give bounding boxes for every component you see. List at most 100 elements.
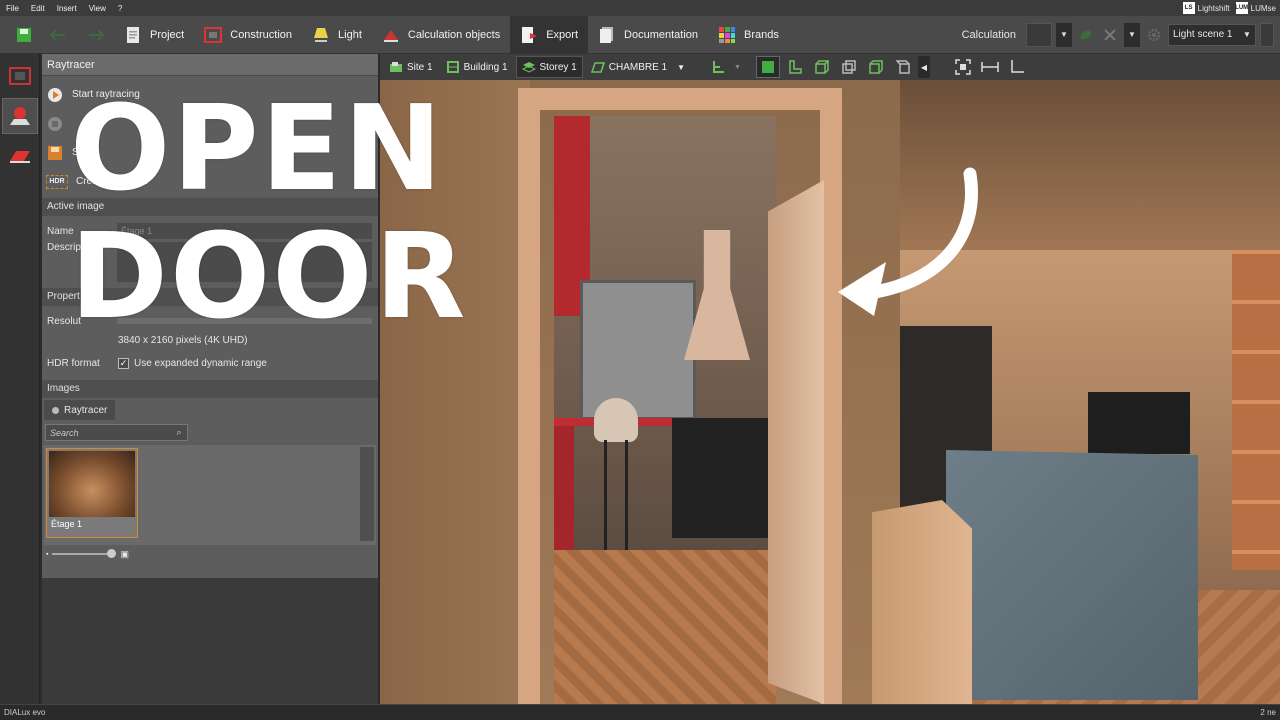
left-tool-strip (0, 54, 40, 704)
documentation-icon (600, 26, 614, 43)
lightshift-label: Lightshift (1197, 3, 1230, 13)
slider-knob[interactable] (107, 549, 117, 558)
tab-label: Export (546, 28, 579, 41)
lumsearch-link[interactable]: LUM LUMse (1235, 2, 1276, 14)
overlay-line-1: OPEN (70, 79, 445, 217)
view-back-icon[interactable] (837, 56, 861, 78)
measure-distance-icon[interactable] (978, 56, 1002, 78)
crumb-room[interactable]: CHAMBRE 1 ▼ (586, 56, 690, 78)
tab-calculation-objects[interactable]: Calculation objects (372, 16, 510, 54)
view-left-icon[interactable] (783, 56, 807, 78)
tab-project[interactable]: Project (114, 16, 194, 54)
thumbnail-zoom-slider[interactable] (52, 549, 117, 558)
cancel-calculation-icon[interactable] (1100, 25, 1120, 45)
settings-gear-icon[interactable] (1144, 25, 1164, 45)
image-search-input[interactable]: Search ⌕ (45, 424, 188, 441)
status-right-text: 2 ne (1260, 708, 1276, 717)
tab-raytracer-images[interactable]: Raytracer (44, 400, 116, 420)
light-scene-extra-button[interactable] (1260, 22, 1274, 47)
calculation-objects-icon (383, 29, 398, 42)
stop-icon (46, 115, 64, 133)
tab-light[interactable]: Light (302, 16, 372, 54)
search-placeholder: Search (50, 427, 79, 438)
image-gallery: Étage 1 (44, 445, 376, 545)
tab-documentation[interactable]: Documentation (588, 16, 708, 54)
menu-right-badges: LS Lightshift LUM LUMse (1182, 2, 1280, 14)
zoom-large-icon[interactable]: ▣ (120, 549, 129, 560)
images-tab-label: Raytracer (64, 404, 108, 416)
calculate-button[interactable] (1026, 22, 1052, 47)
zoom-extents-icon[interactable] (951, 56, 975, 78)
view-iso-icon[interactable] (864, 56, 888, 78)
panel-title: Raytracer (42, 54, 378, 76)
zoom-small-icon[interactable]: ▪ (46, 551, 48, 558)
leaf-icon[interactable] (1076, 25, 1096, 45)
viewport-mode-button[interactable] (2, 58, 38, 94)
view-solid-icon[interactable] (755, 56, 780, 78)
menu-help[interactable]: ? (112, 4, 128, 13)
crumb-building[interactable]: Building 1 (441, 56, 513, 78)
menu-view[interactable]: View (83, 4, 112, 13)
open-door-leaf[interactable] (768, 180, 824, 704)
view-iso2-icon[interactable] (891, 56, 915, 78)
brands-icon (719, 26, 736, 43)
export-icon (522, 26, 538, 43)
crumb-storey[interactable]: Storey 1 (515, 56, 583, 78)
undo-icon[interactable] (48, 25, 68, 45)
chevron-down-icon: ▼ (677, 62, 686, 72)
menu-file[interactable]: File (0, 4, 25, 13)
television (1088, 392, 1190, 454)
calculate-dropdown[interactable]: ▼ (1056, 22, 1072, 47)
save-icon[interactable] (14, 25, 34, 45)
crumb-site[interactable]: Site 1 (384, 56, 438, 78)
tab-label: Calculation objects (407, 28, 501, 41)
radio-dot-icon (52, 406, 59, 414)
bed-headboard (946, 450, 1198, 700)
floor-plan-tool-icon[interactable] (707, 56, 731, 78)
collapse-toolbar-icon[interactable]: ◀ (917, 56, 930, 78)
print-mode-button[interactable] (2, 138, 38, 174)
redo-icon[interactable] (86, 25, 106, 45)
crumb-label: Building 1 (463, 61, 508, 73)
tab-brands[interactable]: Brands (708, 16, 789, 54)
hdr-checkbox-label[interactable]: Use expanded dynamic range (134, 358, 267, 369)
frame-icon (9, 67, 31, 85)
crumb-label: Storey 1 (539, 61, 577, 73)
measure-axis-icon[interactable] (1005, 56, 1029, 78)
wooden-bench (872, 500, 972, 704)
title-overlay: OPEN DOOR (70, 84, 467, 340)
building-icon (446, 61, 459, 73)
lightshift-link[interactable]: LS Lightshift (1182, 2, 1230, 14)
search-icon[interactable]: ⌕ (171, 427, 187, 438)
tab-label: Construction (230, 28, 293, 41)
raytracer-mode-button[interactable] (2, 98, 38, 134)
hdr-format-row: HDR format ✓ Use expanded dynamic range (42, 350, 378, 376)
view-front-icon[interactable] (810, 56, 834, 78)
lumsearch-label: LUMse (1250, 3, 1276, 13)
light-scene-select[interactable]: Light scene 1 ▼ (1168, 23, 1256, 46)
panel-empty-area (42, 578, 378, 704)
overlay-line-2: DOOR (70, 207, 468, 345)
thumbnail-zoom-row: ▪ ▣ (42, 545, 378, 563)
menu-edit[interactable]: Edit (25, 4, 51, 13)
tab-label: Project (150, 28, 185, 41)
menu-bar: File Edit Insert View ? LS Lightshift LU… (0, 0, 1280, 16)
gallery-scrollbar[interactable] (360, 447, 374, 541)
lightshift-icon: LS (1182, 2, 1195, 14)
tab-export[interactable]: Export (510, 15, 589, 54)
image-thumbnail[interactable]: Étage 1 (46, 448, 138, 538)
thumbnail-caption: Étage 1 (51, 519, 83, 529)
tab-label: Light (338, 28, 362, 41)
3d-viewport[interactable]: Site 1 Building 1 Storey 1 CHAMBRE 1 ▼ ▼… (380, 54, 1280, 704)
app-name: DIALux evo (4, 708, 46, 717)
floppy-icon (46, 144, 64, 162)
calculation-group: Calculation ▼ ▼ Light scene 1 ▼ (956, 16, 1280, 54)
menu-insert[interactable]: Insert (51, 4, 83, 13)
tab-construction[interactable]: Construction (194, 16, 302, 54)
chevron-down-icon[interactable]: ▼ (734, 64, 741, 71)
hdr-checkbox[interactable]: ✓ (118, 357, 129, 369)
cancel-dropdown[interactable]: ▼ (1124, 22, 1140, 47)
lamp-icon (314, 27, 329, 42)
raytracer-icon (10, 107, 30, 125)
thumbnail-preview (49, 451, 135, 517)
